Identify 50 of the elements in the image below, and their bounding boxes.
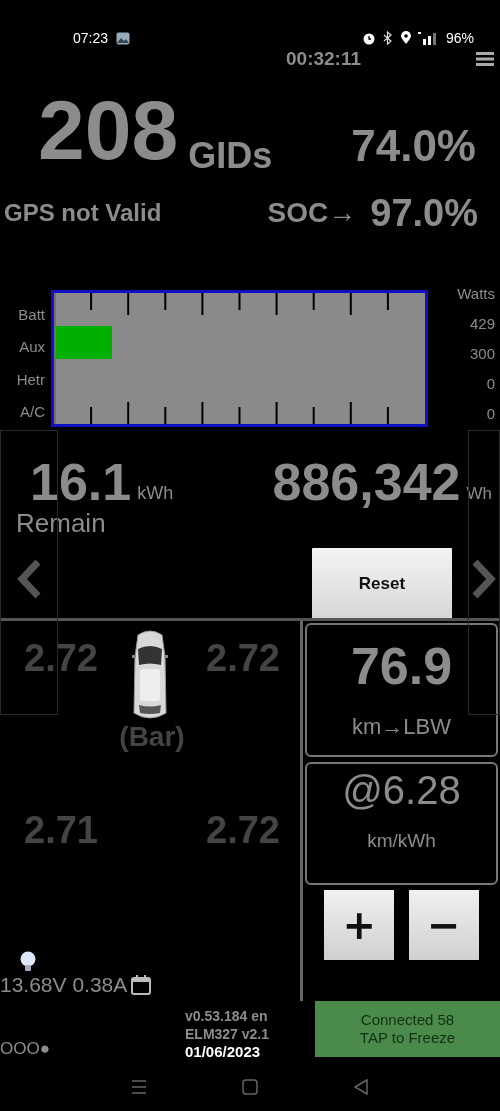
tire-pressure: 2.72 — [24, 637, 98, 680]
power-row-label: A/C — [20, 403, 45, 421]
bluetooth-icon — [381, 31, 394, 45]
efficiency-label: km/kWh — [367, 830, 436, 852]
connection-indicator: OOO● — [0, 1039, 51, 1060]
efficiency-value: @6.28 — [342, 770, 461, 810]
back-button[interactable] — [353, 1079, 369, 1095]
gps-status: GPS not Valid — [4, 201, 162, 225]
image-icon — [116, 31, 131, 45]
alarm-icon — [361, 31, 376, 45]
version-info: ELM327 v2.1 — [185, 1025, 271, 1043]
menu-button[interactable] — [476, 51, 494, 67]
watts-value: 0 — [486, 404, 495, 422]
increase-button[interactable]: + — [324, 890, 395, 960]
trip-timer: 00:32:11 — [286, 48, 361, 70]
reset-button[interactable]: Reset — [312, 548, 452, 619]
watts-value: 300 — [469, 344, 495, 362]
gids-unit: GIDs — [188, 138, 273, 174]
power-row-label: Hetr — [16, 370, 45, 388]
location-icon — [399, 31, 412, 45]
range-label: km→LBW — [352, 714, 451, 740]
power-row-label: Batt — [18, 305, 45, 323]
watts-value: 429 — [469, 314, 495, 332]
watts-value: 0 — [486, 374, 495, 392]
used-energy-value: 886,342 — [272, 456, 461, 508]
version-info: v0.53.184 en — [185, 1007, 269, 1025]
calendar-icon — [130, 974, 153, 996]
tire-pressure: 2.72 — [206, 637, 280, 680]
pressure-unit: (Bar) — [119, 721, 185, 754]
tire-pressure: 2.72 — [206, 808, 280, 852]
remain-label: Remain — [16, 508, 107, 540]
status-time: 07:23 — [73, 30, 109, 46]
next-button[interactable] — [468, 430, 500, 715]
battery-percent: 96% — [445, 30, 474, 46]
gids-percent: 74.0% — [351, 124, 476, 168]
recent-apps-button[interactable] — [131, 1080, 147, 1094]
soc-label: SOC→ — [267, 199, 357, 227]
version-info: 01/06/2023 — [185, 1043, 262, 1061]
gids-value: 208 — [38, 88, 179, 172]
remain-unit: kWh — [137, 484, 174, 502]
aux-battery-reading: 13.68V 0.38A — [0, 973, 128, 997]
light-bulb-icon — [19, 951, 37, 973]
power-row-label: Aux — [19, 338, 45, 356]
tire-pressure: 2.71 — [24, 808, 98, 852]
range-value: 76.9 — [350, 640, 453, 692]
watts-heading: Watts — [457, 284, 495, 302]
soc-value: 97.0% — [370, 194, 478, 232]
decrease-button[interactable]: − — [408, 890, 479, 960]
home-button[interactable] — [242, 1079, 258, 1095]
remain-value: 16.1 — [30, 456, 132, 508]
